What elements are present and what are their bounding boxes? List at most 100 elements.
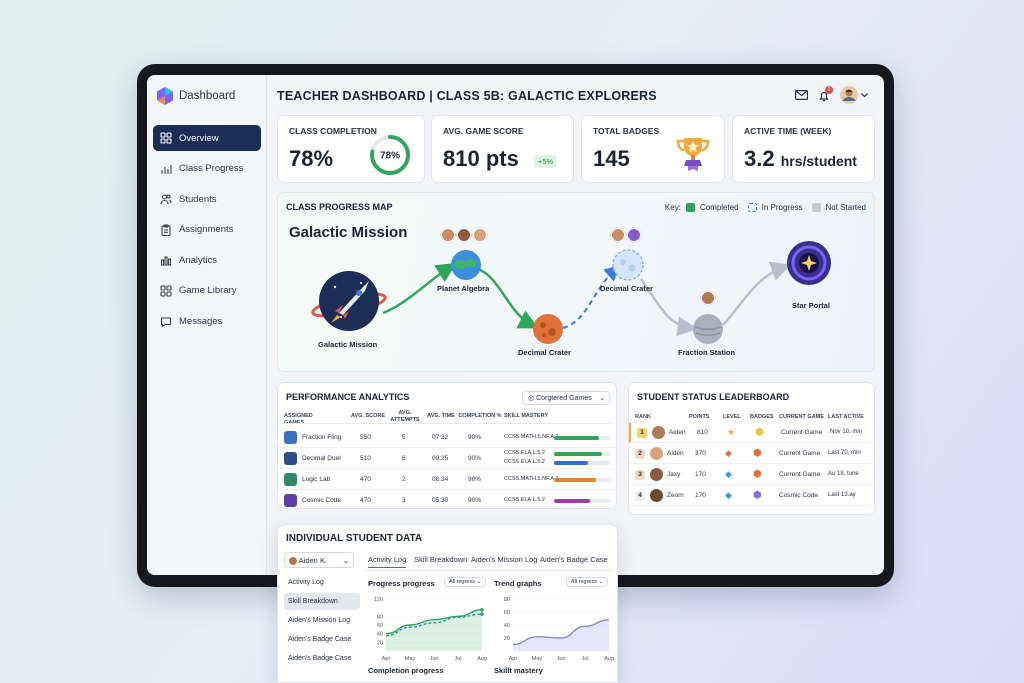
- column-header: RANK: [635, 414, 651, 420]
- chevron-down-icon: [861, 92, 868, 97]
- kpi-active-time: ACTIVE TIME (WEEK) 3.2 hrs/student: [732, 115, 875, 183]
- divider: [365, 570, 613, 571]
- leaderboard-row[interactable]: 1 Aiden 810 ★ ⬢ Current Game Nov 10, min: [629, 423, 871, 443]
- x-tick-label: Jun: [430, 656, 439, 662]
- tab-mission-log[interactable]: Aiden's Mission Log: [471, 555, 537, 564]
- leaderboard-row[interactable]: 2 Aiden 370 ◆ ⬢ Current Game Last 70, min: [629, 444, 871, 464]
- column-header: AVG. TIME: [427, 413, 455, 419]
- score-delta-badge: +5%: [534, 155, 558, 168]
- sidebar: Dashboard Overview Class Progress Studen…: [147, 75, 267, 575]
- cell-time: 08:34: [432, 476, 449, 483]
- header-actions: 1: [795, 86, 868, 104]
- mail-icon[interactable]: [795, 90, 808, 100]
- planet-algebra-node[interactable]: [450, 249, 482, 281]
- points: 370: [695, 450, 706, 457]
- column-header: BADGES: [750, 414, 774, 420]
- decimal-crater-node-in-progress[interactable]: [612, 249, 644, 281]
- individual-student-data: INDIVIDUAL STUDENT DATA Aiden K. ⌄ Activ…: [277, 524, 618, 683]
- student-nav-badge-case[interactable]: Aiden's Badge Case: [284, 631, 360, 648]
- node-label-decimal-crater-2: Decimal Crater: [600, 284, 653, 293]
- level-icon: ◆: [725, 469, 732, 479]
- cell-game: Fraction Fling: [302, 434, 342, 441]
- cell-skill: CCSS.MATH.5.NF.A.1: [504, 434, 559, 440]
- brand[interactable]: Dashboard: [157, 87, 235, 105]
- cell-completion: 90%: [468, 455, 482, 462]
- points: 810: [697, 429, 708, 436]
- avatar: [650, 447, 663, 460]
- student-select[interactable]: Aiden K. ⌄: [284, 552, 354, 568]
- sidebar-item-class-progress[interactable]: Class Progress: [153, 156, 261, 182]
- decimal-crater-node[interactable]: [532, 313, 564, 345]
- chart1-filter[interactable]: All regress ⌄: [444, 577, 487, 587]
- main-content: TEACHER DASHBOARD | CLASS 5B: GALACTIC E…: [276, 75, 876, 575]
- cell-score: 510: [360, 455, 371, 462]
- sidebar-item-label: Assignments: [179, 224, 234, 236]
- sidebar-item-messages[interactable]: Messages: [153, 309, 261, 335]
- table-row[interactable]: Cosmic Code 470 3 05:30 90% CCSS.ELA.L.5.2: [278, 491, 618, 511]
- tab-skill-breakdown[interactable]: Skill Breakdown: [414, 555, 467, 564]
- cell-game: Cosmic Code: [302, 497, 342, 504]
- sidebar-item-students[interactable]: Students: [153, 186, 261, 212]
- leaderboard-row[interactable]: 4 Zeom 170 ◆ ⬢ Cosmic Code Last 13.ay: [629, 486, 871, 506]
- rank-badge: 3: [635, 470, 645, 480]
- table-row[interactable]: Fraction Fling 550 5 07:32 90% CCSS.MATH.5.NF…: [278, 428, 618, 448]
- mastery-bar-fill: [554, 452, 602, 456]
- profile-menu[interactable]: [840, 86, 868, 104]
- sidebar-item-label: Messages: [179, 316, 223, 328]
- column-header: COMPLETION %: [458, 413, 502, 419]
- sidebar-item-label: Analytics: [179, 254, 218, 266]
- chart2-filter[interactable]: All regress ⌄: [566, 577, 609, 587]
- cell-skill: CCSS.ELA.L.5.2: [504, 497, 545, 503]
- last-active: Nov 10, min: [830, 429, 863, 435]
- column-header: AVG. SCORE: [350, 413, 386, 419]
- y-tick-label: 60: [377, 623, 383, 629]
- sidebar-item-overview[interactable]: Overview: [153, 125, 261, 151]
- x-tick-label: Apr: [382, 656, 391, 662]
- column-header: AVG. ATTEMPTS: [390, 410, 420, 423]
- student-nav-badge-case-2[interactable]: Aiden's Badge Case: [284, 650, 360, 667]
- mastery-bar-fill: [554, 478, 596, 482]
- notifications-button[interactable]: 1: [818, 86, 833, 102]
- rank-badge: 1: [637, 428, 647, 438]
- tab-activity-log[interactable]: Activity Log: [368, 555, 407, 568]
- student-nav-mission-log[interactable]: Aiden's Mission Log: [284, 612, 360, 629]
- galactic-mission-node[interactable]: [311, 265, 387, 337]
- game-icon: [284, 431, 297, 444]
- table-row[interactable]: Decimal Duel 510 6 09:25 90% CCSS.ELA.L.5.2 CC…: [278, 449, 618, 469]
- mastery-bar-track: [554, 478, 610, 482]
- cell-attempts: 2: [402, 476, 406, 483]
- fraction-station-node[interactable]: [692, 313, 724, 345]
- game-icon: [284, 452, 297, 465]
- sidebar-item-analytics[interactable]: Analytics: [153, 247, 261, 273]
- table-row[interactable]: Logic Lab 470 2 08:34 90% CCSS.MATH.5.NF.A.1: [278, 470, 618, 490]
- filter-label: Corgtered Games: [536, 395, 592, 402]
- avatar: [473, 228, 487, 242]
- leaderboard-row[interactable]: 3 Jaxy 170 ◆ ⬢ Current Game Au 18, tune: [629, 465, 871, 485]
- games-filter-dropdown[interactable]: ◎ Corgtered Games ⌄: [522, 391, 610, 405]
- mastery-bar-fill: [554, 436, 599, 440]
- sidebar-item-game-library[interactable]: Game Library: [153, 278, 261, 304]
- student-nav-activity-log[interactable]: Activity Log: [284, 574, 360, 591]
- users-icon: [160, 194, 172, 205]
- mastery-bar-fill: [554, 461, 588, 465]
- series-point: [480, 612, 484, 616]
- kpi-value: 78%: [289, 146, 334, 171]
- y-tick-label: 40: [377, 632, 383, 638]
- grid-icon: [160, 132, 172, 144]
- cell-attempts: 3: [402, 497, 406, 504]
- x-tick-label: Jul: [581, 656, 588, 662]
- node-label-fraction-station: Fraction Station: [678, 348, 736, 357]
- skill-mastery-title: Skillt mastery: [494, 666, 543, 675]
- clipboard-icon: [161, 224, 171, 236]
- student-nav-skill-breakdown[interactable]: Skill Breakdown: [284, 593, 360, 610]
- avatar: [289, 557, 297, 566]
- mastery-bar-track: [554, 461, 610, 465]
- sidebar-item-assignments[interactable]: Assignments: [153, 217, 261, 243]
- star-portal-node[interactable]: [786, 240, 832, 286]
- notification-badge: 1: [825, 86, 833, 94]
- mastery-bar-track: [554, 499, 610, 503]
- sidebar-item-label: Overview: [179, 132, 219, 144]
- column-header: CURRENT GAME: [779, 414, 824, 420]
- tab-badge-case[interactable]: Aiden's Badge Case: [540, 555, 608, 564]
- x-tick-label: Aug: [477, 656, 487, 662]
